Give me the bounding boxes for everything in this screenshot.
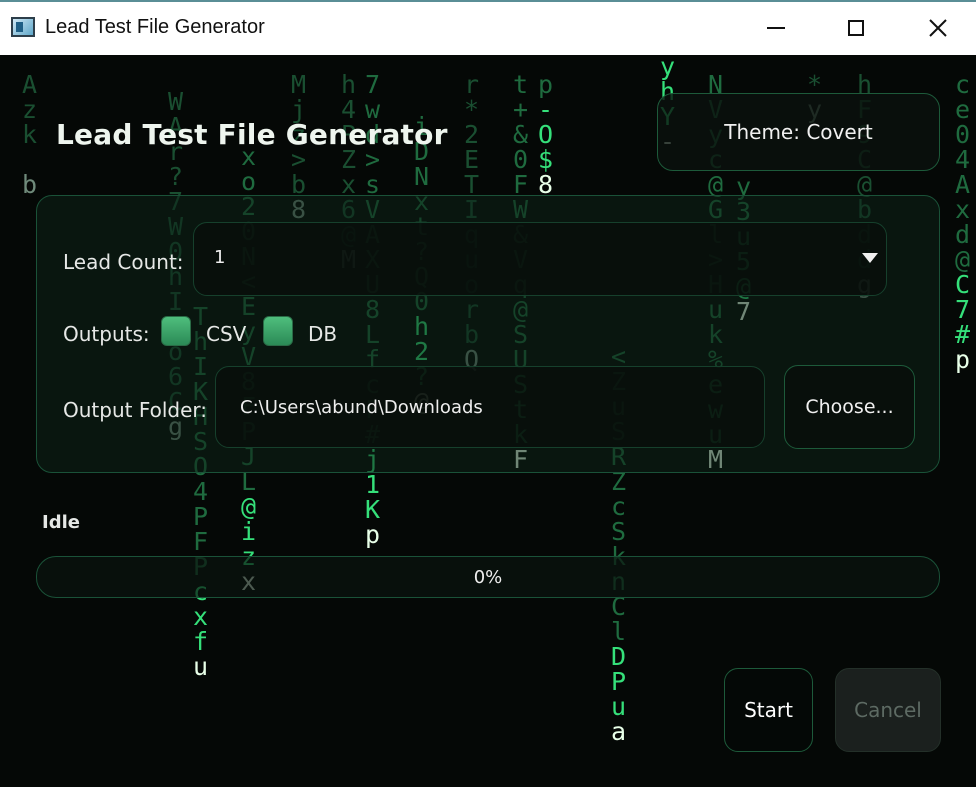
rain-glyph: 7 (365, 70, 380, 99)
outputs-label: Outputs: (63, 322, 150, 346)
title-bar[interactable]: Lead Test File Generator (0, 0, 976, 55)
app-window: Lead Test File Generator Azk bWAr?7W0hI>… (0, 0, 976, 787)
progress-label: 0% (473, 567, 503, 588)
rain-glyph: # (955, 320, 970, 349)
rain-glyph: y (660, 55, 675, 81)
rain-glyph: 2 (464, 120, 479, 149)
rain-glyph: u (193, 652, 208, 681)
db-label: DB (308, 322, 338, 346)
choose-folder-button[interactable]: Choose... (784, 365, 915, 449)
rain-glyph: W (168, 87, 184, 116)
rain-glyph: $ (538, 145, 553, 174)
rain-glyph: p (365, 520, 380, 549)
rain-glyph: K (365, 495, 380, 524)
rain-glyph: A (955, 170, 970, 199)
rain-glyph: ? (168, 162, 183, 191)
rain-glyph: e (955, 95, 970, 124)
rain-glyph: h (341, 70, 356, 99)
minimize-button[interactable] (750, 8, 802, 48)
output-folder-field[interactable]: C:\Users\abund\Downloads (215, 366, 765, 448)
rain-glyph: E (464, 145, 479, 174)
rain-glyph: * (464, 95, 479, 124)
rain-glyph: D (611, 642, 626, 671)
rain-glyph: f (193, 627, 208, 656)
app-window-icon (11, 17, 35, 37)
csv-label: CSV (206, 322, 247, 346)
rain-glyph: 1 (365, 470, 380, 499)
db-checkbox[interactable] (263, 316, 293, 346)
rain-glyph: u (611, 692, 626, 721)
rain-glyph: 7 (955, 295, 970, 324)
lead-count-label: Lead Count: (63, 250, 184, 274)
rain-glyph: k (22, 120, 37, 149)
close-icon (929, 19, 947, 37)
rain-glyph: P (611, 667, 626, 696)
rain-glyph: N (414, 162, 429, 191)
theme-button[interactable]: Theme: Covert (657, 93, 940, 171)
rain-glyph: c (955, 70, 970, 99)
rain-glyph: b (22, 170, 37, 199)
rain-glyph: - (538, 95, 553, 124)
rain-glyph: r (464, 70, 479, 99)
rain-glyph: 4 (955, 145, 970, 174)
output-folder-value: C:\Users\abund\Downloads (240, 397, 483, 418)
rain-glyph: & (513, 120, 528, 149)
csv-checkbox[interactable] (161, 316, 191, 346)
rain-glyph: z (22, 95, 37, 124)
start-button[interactable]: Start (724, 668, 813, 752)
progress-bar: 0% (36, 556, 940, 598)
rain-glyph: t (513, 70, 528, 99)
rain-glyph: P (193, 502, 208, 531)
rain-glyph: A (22, 70, 37, 99)
output-folder-label: Output Folder: (63, 398, 208, 422)
app-heading: Lead Test File Generator (56, 118, 448, 151)
rain-glyph: M (291, 70, 306, 99)
maximize-button[interactable] (830, 8, 882, 48)
rain-glyph: a (611, 717, 626, 746)
cancel-button[interactable]: Cancel (835, 668, 941, 752)
rain-glyph: F (193, 527, 208, 556)
window-title: Lead Test File Generator (45, 16, 265, 38)
rain-glyph: l (611, 617, 626, 646)
rain-glyph: p (538, 70, 553, 99)
rain-glyph: d (955, 220, 970, 249)
rain-glyph: 4 (193, 477, 208, 506)
rain-glyph: i (241, 517, 256, 546)
rain-glyph: + (513, 95, 528, 124)
rain-glyph: S (611, 517, 626, 546)
lead-count-value: 1 (214, 247, 226, 268)
rain-glyph: 0 (513, 145, 528, 174)
rain-glyph: c (611, 492, 626, 521)
lead-count-select[interactable]: 1 (193, 222, 887, 296)
rain-glyph: C (955, 270, 970, 299)
rain-glyph: @ (955, 245, 970, 274)
rain-glyph: x (193, 602, 208, 631)
status-text: Idle (42, 512, 80, 533)
rain-glyph: 0 (955, 120, 970, 149)
rain-glyph: O (538, 120, 553, 149)
rain-glyph: x (955, 195, 970, 224)
rain-glyph: @ (241, 492, 256, 521)
rain-glyph: p (955, 345, 970, 374)
rain-glyph: o (241, 167, 256, 196)
chevron-down-icon (862, 253, 878, 263)
close-button[interactable] (912, 8, 964, 48)
